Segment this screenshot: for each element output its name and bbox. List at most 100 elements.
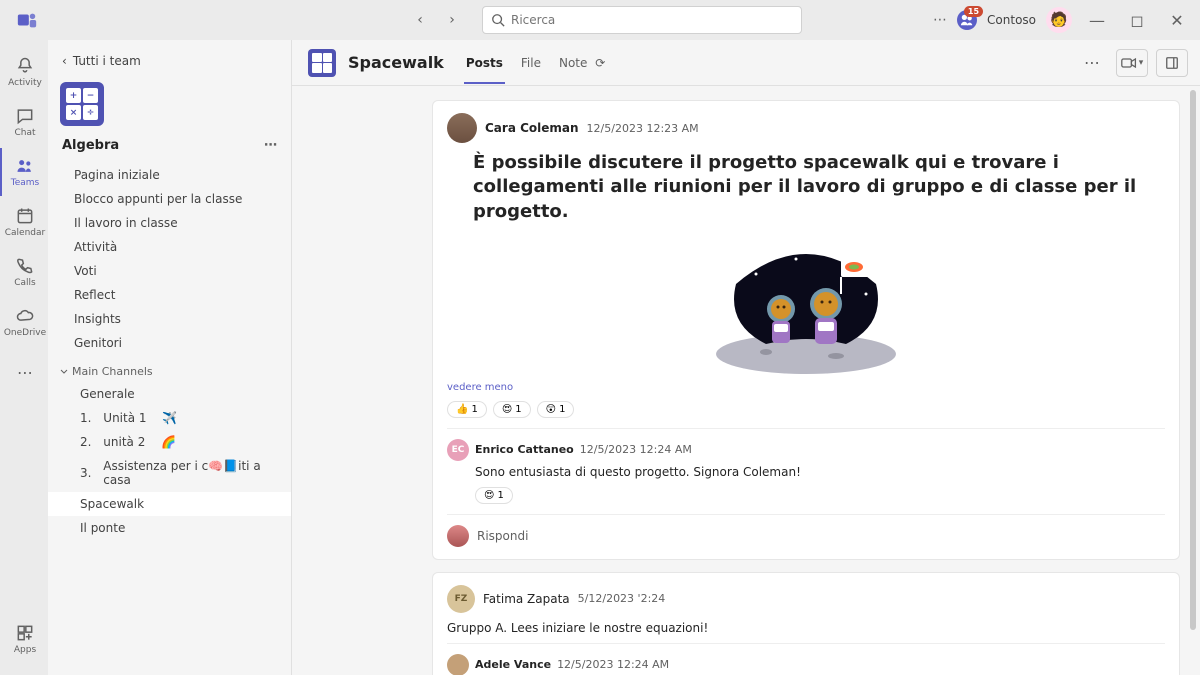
channel-tile: [308, 49, 336, 77]
sidebar-sections: Pagina iniziale Blocco appunti per la cl…: [48, 163, 291, 540]
reaction-pill[interactable]: 😍1: [475, 487, 513, 504]
sidebar-item-parents[interactable]: Genitori: [48, 331, 291, 355]
post-image: [696, 234, 916, 374]
rail-more[interactable]: ⋯: [0, 348, 48, 396]
scrollbar[interactable]: [1190, 86, 1198, 675]
rail-apps[interactable]: Apps: [0, 615, 48, 663]
author-avatar[interactable]: FZ: [447, 585, 475, 613]
team-more-button[interactable]: ⋯: [264, 138, 277, 153]
rail-chat[interactable]: Chat: [0, 98, 48, 146]
window-close-button[interactable]: ✕: [1162, 5, 1192, 35]
sidebar-item-grades[interactable]: Voti: [48, 259, 291, 283]
nav-back-button[interactable]: ‹: [406, 6, 434, 34]
author-name: Fatima Zapata: [483, 592, 570, 606]
sidebar-item-notebook[interactable]: Blocco appunti per la classe: [48, 187, 291, 211]
notification-count: 15: [964, 6, 983, 17]
org-name: Contoso: [987, 13, 1036, 27]
chevron-down-icon: ▾: [1139, 58, 1144, 68]
channel-generale[interactable]: Generale: [48, 382, 291, 406]
reaction-pill[interactable]: 😲1: [537, 401, 575, 418]
see-less-link[interactable]: vedere meno: [447, 382, 1165, 393]
reaction-pill[interactable]: 👍1: [447, 401, 487, 418]
author-name: Cara Coleman: [485, 121, 579, 135]
post: FZ Fatima Zapata 5/12/2023 '2:24 Gruppo …: [432, 572, 1180, 675]
tab-note[interactable]: Note ⟳: [557, 42, 607, 84]
posts-feed[interactable]: Cara Coleman 12/5/2023 12:23 AM È possib…: [292, 86, 1200, 675]
org-badge[interactable]: 15: [957, 10, 977, 30]
reply: Adele Vance 12/5/2023 12:24 AM Ho le inf…: [447, 643, 1165, 675]
phone-icon: [15, 256, 35, 276]
calendar-icon: [15, 206, 35, 226]
reaction-pill[interactable]: 😍1: [493, 401, 531, 418]
sidebar-item-home[interactable]: Pagina iniziale: [48, 163, 291, 187]
channel-title: Spacewalk: [348, 53, 444, 72]
reply-avatar[interactable]: EC: [447, 439, 469, 461]
reactions-bar: 👍1 😍1 😲1: [447, 401, 1165, 418]
channel-unita1[interactable]: 1. Unità 1 ✈️: [48, 406, 291, 430]
rail-onedrive-label: OneDrive: [4, 328, 46, 338]
app-rail: Activity Chat Teams Calendar Calls OneDr…: [0, 40, 48, 675]
more-options-button[interactable]: ⋯: [933, 12, 947, 28]
rail-apps-label: Apps: [14, 645, 36, 655]
video-icon: [1121, 56, 1137, 70]
reply-avatar[interactable]: [447, 654, 469, 675]
post-body: È possibile discutere il progetto spacew…: [473, 151, 1165, 224]
reply-input-row[interactable]: Rispondi: [447, 514, 1165, 547]
rail-calls[interactable]: Calls: [0, 248, 48, 296]
tab-posts[interactable]: Posts: [464, 42, 505, 84]
rail-activity-label: Activity: [8, 78, 42, 88]
rail-activity[interactable]: Activity: [0, 48, 48, 96]
chat-icon: [15, 106, 35, 126]
open-button[interactable]: [1156, 49, 1188, 77]
my-avatar: [447, 525, 469, 547]
cloud-icon: [15, 306, 35, 326]
tab-file[interactable]: File: [519, 42, 543, 84]
sidebar-item-classwork[interactable]: Il lavoro in classe: [48, 211, 291, 235]
channel-ilponte[interactable]: Il ponte: [48, 516, 291, 540]
window-maximize-button[interactable]: ◻: [1122, 5, 1152, 35]
rail-onedrive[interactable]: OneDrive: [0, 298, 48, 346]
reply-author: Enrico Cattaneo: [475, 443, 574, 456]
channel-unita2[interactable]: 2. unità 2 🌈: [48, 430, 291, 454]
titlebar: ‹ › ⋯ 15 Contoso 🧑 — ◻ ✕: [0, 0, 1200, 40]
rail-chat-label: Chat: [14, 128, 35, 138]
chevron-down-icon: [60, 368, 68, 376]
channel-header: Spacewalk Posts File Note ⟳ ⋯ ▾: [292, 40, 1200, 86]
scrollbar-thumb[interactable]: [1190, 90, 1196, 630]
search-input[interactable]: [511, 13, 793, 27]
channel-section-header[interactable]: Main Channels: [48, 355, 291, 382]
rail-calendar-label: Calendar: [5, 228, 45, 238]
back-label: Tutti i team: [73, 54, 141, 68]
chevron-left-icon: ‹: [62, 54, 67, 68]
sidebar: ‹ Tutti i team +−×÷ Algebra ⋯ Pagina ini…: [48, 40, 292, 675]
user-avatar[interactable]: 🧑: [1046, 7, 1072, 33]
bell-icon: [15, 56, 35, 76]
reply-author: Adele Vance: [475, 658, 551, 671]
reply-time: 12/5/2023 12:24 AM: [557, 658, 669, 671]
rail-teams[interactable]: Teams: [0, 148, 48, 196]
sidebar-item-assignments[interactable]: Attività: [48, 235, 291, 259]
channel-more-button[interactable]: ⋯: [1076, 49, 1108, 77]
search-box[interactable]: [482, 6, 802, 34]
reply-body: Sono entusiasta di questo progetto. Sign…: [475, 465, 1165, 479]
window-minimize-button[interactable]: —: [1082, 5, 1112, 35]
back-all-teams[interactable]: ‹ Tutti i team: [48, 48, 291, 74]
post-body: Gruppo A. Lees iniziare le nostre equazi…: [447, 621, 1165, 635]
content-area: Spacewalk Posts File Note ⟳ ⋯ ▾: [292, 40, 1200, 675]
author-avatar[interactable]: [447, 113, 477, 143]
teams-logo-icon: [16, 9, 38, 31]
sidebar-item-reflect[interactable]: Reflect: [48, 283, 291, 307]
team-name: Algebra: [62, 138, 119, 153]
reply: EC Enrico Cattaneo 12/5/2023 12:24 AM So…: [447, 428, 1165, 504]
rail-teams-label: Teams: [11, 178, 39, 188]
sidebar-item-insights[interactable]: Insights: [48, 307, 291, 331]
apps-icon: [15, 623, 35, 643]
channel-spacewalk[interactable]: Spacewalk: [48, 492, 291, 516]
rail-calendar[interactable]: Calendar: [0, 198, 48, 246]
channel-homework[interactable]: 3. Assistenza per i c🧠📘iti a casa: [48, 454, 291, 492]
meet-button[interactable]: ▾: [1116, 49, 1148, 77]
search-icon: [491, 13, 505, 27]
post-time: 5/12/2023 '2:24: [578, 592, 666, 605]
panel-icon: [1165, 56, 1179, 70]
nav-forward-button[interactable]: ›: [438, 6, 466, 34]
